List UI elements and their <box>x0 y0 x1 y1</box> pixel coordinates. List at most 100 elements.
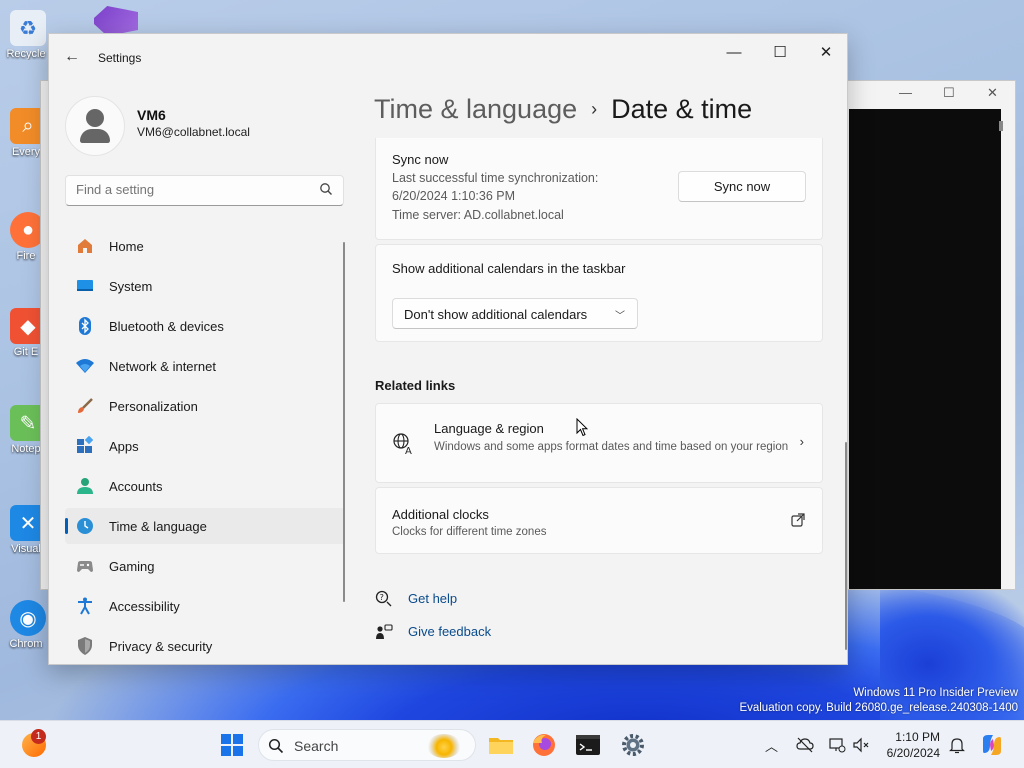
notifications-bell-icon[interactable] <box>948 736 966 754</box>
last-sync-label: Last successful time synchronization: <box>392 171 599 185</box>
settings-window: ← Settings — ☐ ✕ VM6 VM6@collabnet.local… <box>48 33 848 665</box>
sidebar-scrollbar[interactable] <box>343 242 345 602</box>
accounts-icon <box>77 478 93 494</box>
breadcrumb-parent[interactable]: Time & language <box>374 94 577 124</box>
sidebar-item-bluetooth[interactable]: Bluetooth & devices <box>65 308 345 344</box>
sidebar-item-apps[interactable]: Apps <box>65 428 345 464</box>
search-highlight-icon <box>427 734 461 758</box>
minimize-button[interactable]: — <box>711 40 757 66</box>
firefox-icon[interactable] <box>530 731 558 759</box>
system-icon <box>77 280 93 291</box>
maximize-button[interactable]: ☐ <box>757 40 803 66</box>
windows-watermark: Windows 11 Pro Insider Preview Evaluatio… <box>739 687 1018 714</box>
file-explorer-icon[interactable] <box>487 731 515 759</box>
bluetooth-icon <box>79 317 91 335</box>
search-box[interactable] <box>65 175 344 206</box>
additional-clocks-description: Clocks for different time zones <box>392 526 547 538</box>
title-bar: ← Settings — ☐ ✕ <box>49 34 847 80</box>
desktop-icon-chrome[interactable]: ◉ Chrom <box>4 600 52 650</box>
settings-gear-icon[interactable] <box>619 731 647 759</box>
sidebar-item-home[interactable]: Home <box>65 228 345 264</box>
chevron-right-icon: › <box>591 99 598 119</box>
taskbar-search[interactable]: Search <box>258 729 476 761</box>
taskbar-search-label: Search <box>294 738 339 754</box>
time-language-icon <box>77 518 93 534</box>
chevron-up-icon[interactable]: ︿ <box>765 736 783 754</box>
sidebar-item-personalization[interactable]: Personalization <box>65 388 345 424</box>
apps-icon <box>77 436 94 453</box>
mouse-cursor-icon <box>576 418 588 437</box>
brush-icon <box>78 398 93 413</box>
back-button[interactable]: ← <box>61 46 83 68</box>
terminal-icon[interactable] <box>574 731 602 759</box>
chrome-icon: ◉ <box>10 600 46 636</box>
give-feedback-link[interactable]: Give feedback <box>408 624 491 639</box>
sync-card: Sync now Last successful time synchroniz… <box>375 138 823 240</box>
calendars-dropdown[interactable]: Don't show additional calendars ﹀ <box>392 298 638 329</box>
minimize-icon[interactable]: — <box>899 85 912 100</box>
visual-studio-desktop-icon[interactable] <box>94 6 138 36</box>
desktop-icon-recycle-bin[interactable]: ♻ Recycle <box>4 10 52 60</box>
additional-clocks-title: Additional clocks <box>392 507 489 522</box>
sidebar-item-privacy-security[interactable]: Privacy & security <box>65 628 345 664</box>
svg-text:?: ? <box>380 593 384 602</box>
sidebar-nav: Home System Bluetooth & devices Network … <box>65 228 345 664</box>
sidebar-item-network[interactable]: Network & internet <box>65 348 345 384</box>
get-help-link[interactable]: Get help <box>408 591 457 606</box>
home-icon <box>78 239 92 253</box>
accessibility-icon <box>78 597 92 615</box>
terminal-pane[interactable] <box>849 109 1001 589</box>
calendars-title: Show additional calendars in the taskbar <box>392 261 626 276</box>
breadcrumb: Time & language › Date & time <box>374 94 752 125</box>
search-icon <box>268 738 284 754</box>
user-email: VM6@collabnet.local <box>137 125 250 139</box>
additional-clocks-link[interactable]: Additional clocks Clocks for different t… <box>375 487 823 554</box>
app-title: Settings <box>98 51 142 65</box>
active-indicator <box>65 518 68 534</box>
network-icon[interactable] <box>828 736 846 754</box>
svg-text:A: A <box>405 446 412 456</box>
start-button[interactable] <box>221 734 243 756</box>
shield-icon <box>78 637 92 655</box>
language-icon: A <box>393 433 412 456</box>
recycle-bin-icon: ♻ <box>10 10 46 46</box>
close-button[interactable]: ✕ <box>803 40 847 66</box>
feedback-icon <box>376 624 393 639</box>
language-region-link[interactable]: A Language & region Windows and some app… <box>375 403 823 483</box>
copilot-icon[interactable] <box>980 733 1004 757</box>
help-icon: ? <box>375 590 392 607</box>
page-title: Date & time <box>611 94 753 124</box>
user-name: VM6 <box>137 107 166 123</box>
avatar[interactable] <box>65 96 125 156</box>
external-link-icon <box>791 513 805 527</box>
search-icon <box>320 183 332 195</box>
sync-now-button[interactable]: Sync now <box>678 171 806 202</box>
sidebar-item-system[interactable]: System <box>65 268 345 304</box>
gaming-icon <box>77 561 93 572</box>
maximize-icon[interactable]: ☐ <box>943 85 955 101</box>
related-links-heading: Related links <box>375 378 456 393</box>
chevron-down-icon: ﹀ <box>615 311 625 322</box>
search-input[interactable] <box>76 182 306 197</box>
last-sync-value: 6/20/2024 1:10:36 PM <box>392 189 516 203</box>
clock-time: 1:10 PM <box>895 730 940 744</box>
content-scrollbar[interactable] <box>845 442 847 650</box>
taskbar-clock[interactable]: 1:10 PM 6/20/2024 <box>884 729 940 761</box>
taskbar: 1 Search ︿ 1:10 PM 6/20/2024 <box>0 720 1024 768</box>
terminal-scrollbar[interactable] <box>999 121 1003 131</box>
notification-badge: 1 <box>31 729 46 744</box>
volume-muted-icon[interactable] <box>852 736 870 754</box>
chevron-right-icon: › <box>799 434 804 449</box>
sidebar-item-time-language[interactable]: Time & language <box>65 508 345 544</box>
sidebar-item-accessibility[interactable]: Accessibility <box>65 588 345 624</box>
calendars-card: Show additional calendars in the taskbar… <box>375 244 823 342</box>
time-server: Time server: AD.collabnet.local <box>392 208 564 222</box>
language-region-title: Language & region <box>434 421 544 436</box>
wifi-icon <box>76 359 94 373</box>
cloud-offline-icon[interactable] <box>796 736 814 754</box>
sync-title: Sync now <box>392 152 449 167</box>
calendars-selected-value: Don't show additional calendars <box>404 307 588 322</box>
close-icon[interactable]: ✕ <box>987 85 998 101</box>
sidebar-item-gaming[interactable]: Gaming <box>65 548 345 584</box>
sidebar-item-accounts[interactable]: Accounts <box>65 468 345 504</box>
